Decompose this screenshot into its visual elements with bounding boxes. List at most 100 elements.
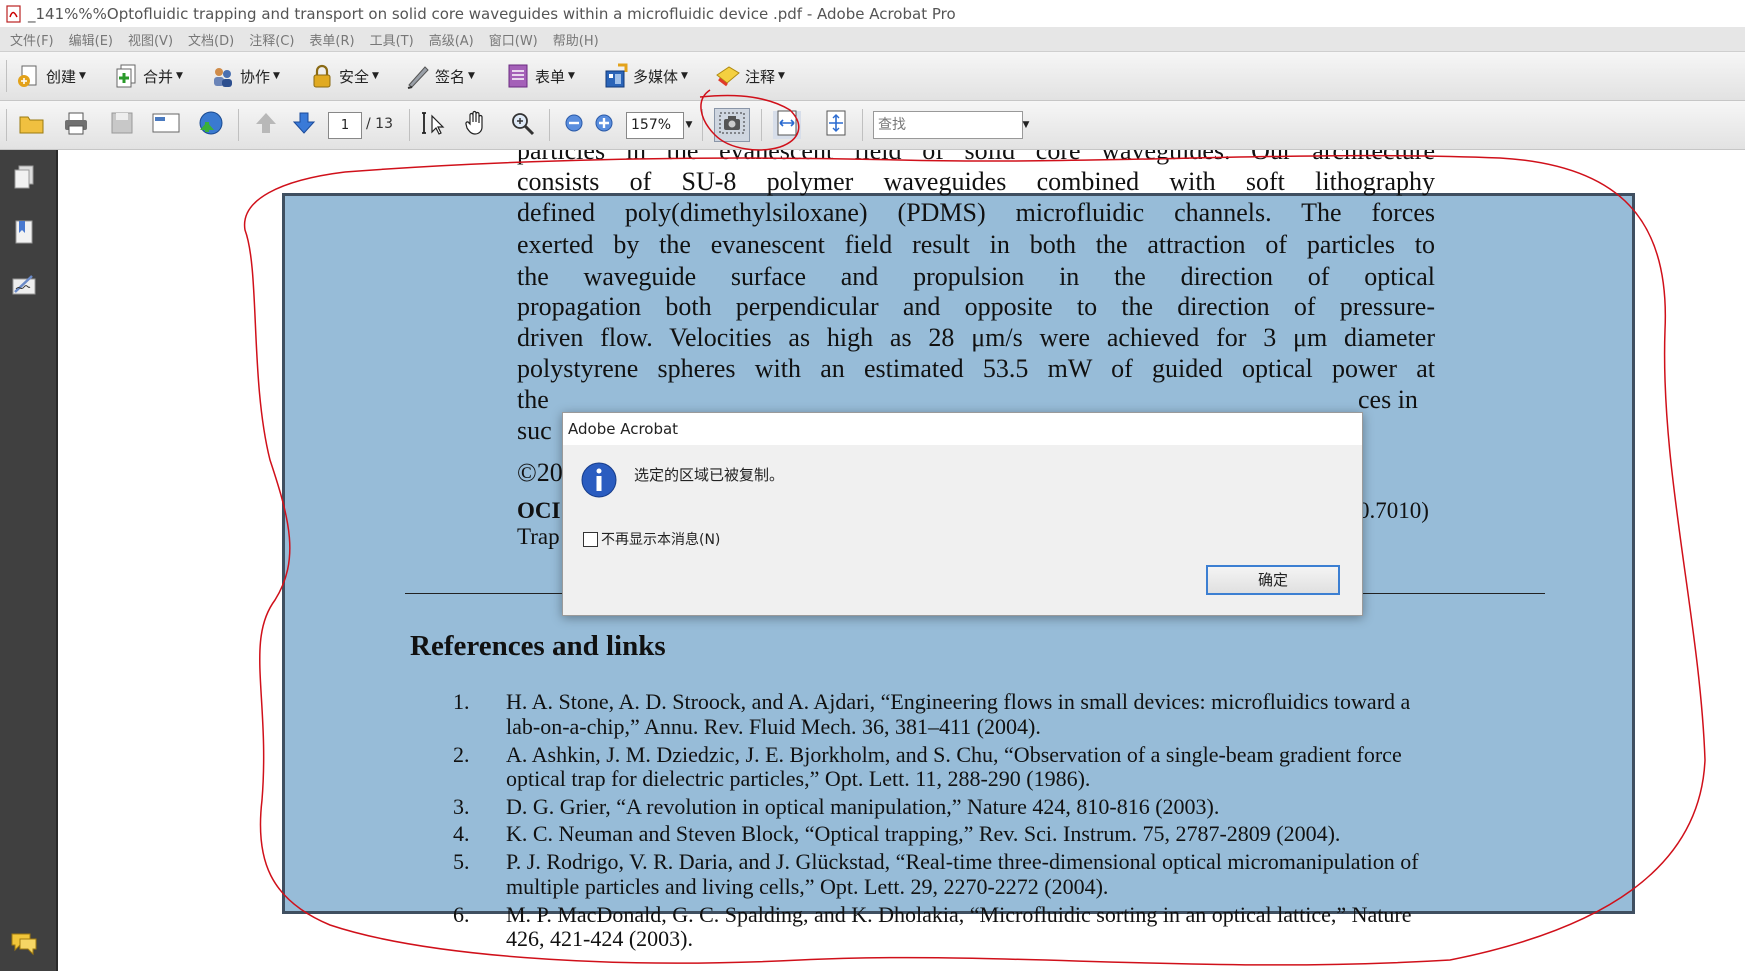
signatures-panel-button[interactable]: [10, 272, 38, 300]
menu-bar: 文件(F) 编辑(E) 视图(V) 文档(D) 注释(C) 表单(R) 工具(T…: [0, 27, 1745, 52]
printer-icon: [63, 111, 89, 139]
save-disk-icon: [110, 111, 134, 139]
find-input[interactable]: 查找: [873, 111, 1023, 139]
pdf-file-icon: [6, 4, 22, 23]
pages-panel-button[interactable]: [10, 164, 38, 192]
navigation-toolbar: 1 / 13 157% ▼ 查找 ▼: [0, 101, 1745, 150]
abstract-line: polystyrene spheres with an estimated 53…: [517, 354, 1435, 383]
title-bar: _141%%%Optofluidic trapping and transpor…: [0, 0, 1745, 27]
info-icon: [580, 461, 618, 503]
menu-help[interactable]: 帮助(H): [553, 30, 599, 49]
forms-button[interactable]: 表单 ▼: [505, 61, 575, 91]
zoom-level-field[interactable]: 157%: [626, 112, 684, 139]
comment-button[interactable]: 注释 ▼: [715, 61, 785, 91]
create-button[interactable]: 创建 ▼: [16, 61, 86, 91]
abstract-line: defined poly(dimethylsiloxane) (PDMS) mi…: [517, 198, 1435, 227]
menu-forms[interactable]: 表单(R): [309, 30, 354, 49]
toolbar-separator: [761, 109, 762, 141]
abstract-line: driven flow. Velocities as high as 28 μm…: [517, 323, 1435, 352]
open-button[interactable]: [18, 111, 46, 139]
chevron-down-icon: ▼: [568, 71, 575, 81]
next-page-button[interactable]: [290, 111, 318, 139]
toolbar-grip: [6, 109, 7, 141]
dont-show-again-checkbox[interactable]: [583, 532, 598, 547]
reference-line: 426, 421-424 (2003).: [506, 926, 693, 951]
menu-edit[interactable]: 编辑(E): [69, 30, 113, 49]
zoom-out-button[interactable]: [560, 111, 588, 139]
arrow-down-icon: [292, 111, 316, 139]
reference-number: 5.: [453, 849, 470, 874]
folder-open-icon: [19, 111, 45, 139]
zoom-tool-button[interactable]: [508, 111, 536, 139]
menu-document[interactable]: 文档(D): [188, 30, 234, 49]
comments-panel-button[interactable]: [10, 930, 38, 958]
camera-icon: [719, 112, 745, 138]
keywords-partial: Trap: [517, 524, 560, 549]
multimedia-button[interactable]: 多媒体 ▼: [603, 61, 688, 91]
abstract-line: the waveguide surface and propulsion in …: [517, 262, 1435, 291]
menu-comments[interactable]: 注释(C): [249, 30, 294, 49]
hand-icon: [463, 110, 489, 140]
menu-window[interactable]: 窗口(W): [489, 30, 538, 49]
reference-line: D. G. Grier, “A revolution in optical ma…: [506, 794, 1220, 819]
previous-page-button[interactable]: [252, 111, 280, 139]
menu-view[interactable]: 视图(V): [128, 30, 173, 49]
menu-advanced[interactable]: 高级(A): [429, 30, 474, 49]
toolbar-grip: [6, 60, 7, 92]
upload-button[interactable]: [196, 111, 224, 139]
print-button[interactable]: [62, 111, 90, 139]
tasks-toolbar: 创建 ▼ 合并 ▼ 协作 ▼ 安全 ▼ 签名 ▼ 表单 ▼ 多媒体 ▼ 注释 ▼: [0, 52, 1745, 101]
zoom-out-icon: [564, 113, 584, 137]
reference-line: K. C. Neuman and Steven Block, “Optical …: [506, 821, 1341, 846]
chevron-down-icon: ▼: [685, 120, 693, 130]
navigation-pane: [0, 150, 58, 971]
reference-line: lab-on-a-chip,” Annu. Rev. Fluid Mech. 3…: [506, 714, 1041, 739]
bookmarks-panel-button[interactable]: [10, 218, 38, 246]
find-dropdown[interactable]: ▼: [1019, 111, 1033, 139]
fit-page-button[interactable]: [822, 110, 850, 140]
ocis-code-partial: 0.7010): [1358, 498, 1429, 523]
secure-button[interactable]: 安全 ▼: [309, 61, 379, 91]
page-total: / 13: [366, 116, 393, 132]
text-select-cursor-icon: [421, 110, 447, 140]
arrow-up-icon: [254, 111, 278, 139]
collaborate-button[interactable]: 协作 ▼: [210, 61, 280, 91]
sign-button[interactable]: 签名 ▼: [405, 61, 475, 91]
marquee-zoom-icon: [509, 110, 535, 140]
chevron-down-icon: ▼: [778, 71, 785, 81]
copyright-partial: ©20: [517, 458, 563, 487]
select-tool-button[interactable]: [420, 111, 448, 139]
fit-width-icon: [775, 110, 799, 140]
menu-tools[interactable]: 工具(T): [370, 30, 414, 49]
abstract-line: consists of SU-8 polymer waveguides comb…: [517, 167, 1435, 196]
reference-line: multiple particles and living cells,” Op…: [506, 874, 1109, 899]
speech-bubble-icon: [10, 933, 38, 962]
dont-show-again-label[interactable]: 不再显示本消息(N): [601, 529, 720, 549]
menu-file[interactable]: 文件(F): [10, 30, 54, 49]
fit-page-icon: [824, 110, 848, 140]
email-button[interactable]: [152, 111, 180, 139]
dialog-title: Adobe Acrobat: [563, 413, 1362, 445]
reference-number: 2.: [453, 742, 470, 767]
chevron-down-icon: ▼: [176, 71, 183, 81]
zoom-dropdown[interactable]: ▼: [682, 111, 696, 139]
abstract-line-partial: suc: [517, 416, 552, 445]
snapshot-tool-button[interactable]: [714, 108, 750, 142]
combine-button[interactable]: 合并 ▼: [113, 61, 183, 91]
form-icon: [505, 63, 531, 89]
zoom-in-button[interactable]: [590, 111, 618, 139]
chevron-down-icon: ▼: [372, 71, 379, 81]
ok-button[interactable]: 确定: [1206, 565, 1340, 595]
reference-number: 6.: [453, 902, 470, 927]
fit-width-button[interactable]: [773, 110, 801, 140]
reference-line: optical trap for dielectric particles,” …: [506, 766, 1091, 791]
chevron-down-icon: ▼: [1022, 120, 1030, 130]
reference-line: P. J. Rodrigo, V. R. Daria, and J. Glück…: [506, 849, 1419, 874]
reference-number: 4.: [453, 821, 470, 846]
page-number-input[interactable]: 1: [328, 112, 362, 139]
save-button[interactable]: [108, 111, 136, 139]
dialog-message: 选定的区域已被复制。: [634, 466, 785, 484]
abstract-line: particles in the evanescent field of sol…: [517, 150, 1435, 165]
hand-tool-button[interactable]: [462, 110, 490, 140]
abstract-line: exerted by the evanescent field result i…: [517, 230, 1435, 259]
